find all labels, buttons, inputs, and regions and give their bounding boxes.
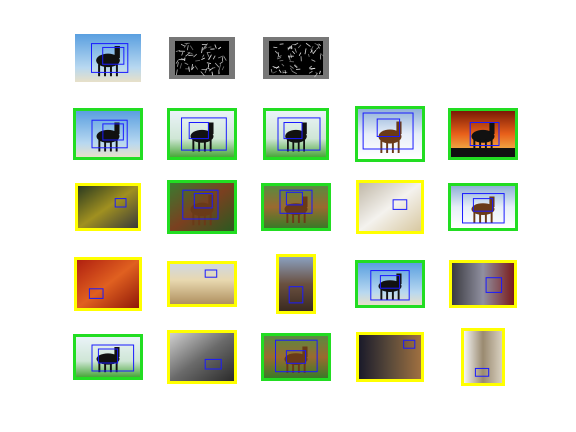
- animal-leg: [386, 289, 389, 300]
- animal-leg: [115, 139, 118, 152]
- thumbnail-photo: [170, 333, 234, 381]
- animal-neck: [302, 122, 307, 134]
- animal-leg: [391, 289, 394, 300]
- result-cell: [261, 183, 331, 231]
- animal-leg: [380, 140, 383, 153]
- animal-leg: [303, 212, 306, 223]
- animal-leg: [292, 212, 295, 223]
- result-cell: [73, 334, 143, 380]
- animal-leg: [391, 140, 394, 153]
- animal-neck: [489, 196, 495, 207]
- animal-neck: [208, 195, 214, 207]
- result-cell: [449, 260, 517, 308]
- animal-neck: [396, 273, 402, 284]
- animal-leg: [479, 212, 482, 223]
- result-cell: [167, 108, 237, 160]
- animal-leg: [104, 139, 107, 152]
- result-cell: [355, 106, 425, 162]
- animal-neck: [302, 196, 308, 207]
- result-cell: [356, 180, 424, 234]
- animal-leg: [297, 212, 300, 223]
- result-cell: [356, 332, 424, 382]
- thumbnail-photo: [464, 331, 502, 383]
- result-cell: [261, 333, 331, 381]
- result-cell: [74, 257, 142, 311]
- thumbnail-photo: [359, 183, 421, 231]
- result-cell: [355, 260, 425, 308]
- result-cell: [448, 183, 518, 231]
- thumbnail-photo: [78, 186, 138, 228]
- animal-leg: [104, 64, 107, 77]
- query-cell: [263, 37, 329, 79]
- result-cell: [263, 108, 329, 160]
- query-cell: [169, 37, 235, 79]
- thumbnail-photo: [77, 260, 139, 308]
- result-cell: [167, 180, 237, 234]
- result-cell: [167, 261, 237, 307]
- animal-neck: [489, 122, 495, 134]
- animal-leg: [286, 212, 289, 223]
- result-cell: [167, 330, 237, 384]
- animal-leg: [380, 289, 383, 300]
- hog-template-inner: [269, 41, 323, 75]
- animal-leg: [397, 289, 400, 300]
- result-cell: [448, 108, 518, 160]
- animal-leg: [473, 212, 476, 223]
- animal-leg: [397, 140, 400, 153]
- query-cell: [75, 34, 141, 82]
- animal-leg: [98, 64, 101, 77]
- animal-leg: [109, 64, 112, 77]
- result-cell: [73, 108, 143, 160]
- animal-leg: [490, 212, 493, 223]
- animal-leg: [109, 139, 112, 152]
- animal-neck: [396, 121, 402, 134]
- result-cell: [276, 254, 316, 314]
- animal-leg: [115, 64, 118, 77]
- animal-neck: [208, 122, 214, 134]
- animal-neck: [302, 346, 308, 357]
- animal-leg: [386, 140, 389, 153]
- thumbnail-photo: [170, 264, 234, 304]
- thumbnail-photo: [452, 263, 514, 305]
- detection-results-figure: [73, 34, 518, 386]
- result-cell: [461, 328, 505, 386]
- animal-leg: [98, 139, 101, 152]
- result-cell: [75, 183, 141, 231]
- thumbnail-photo: [359, 335, 421, 379]
- animal-leg: [484, 212, 487, 223]
